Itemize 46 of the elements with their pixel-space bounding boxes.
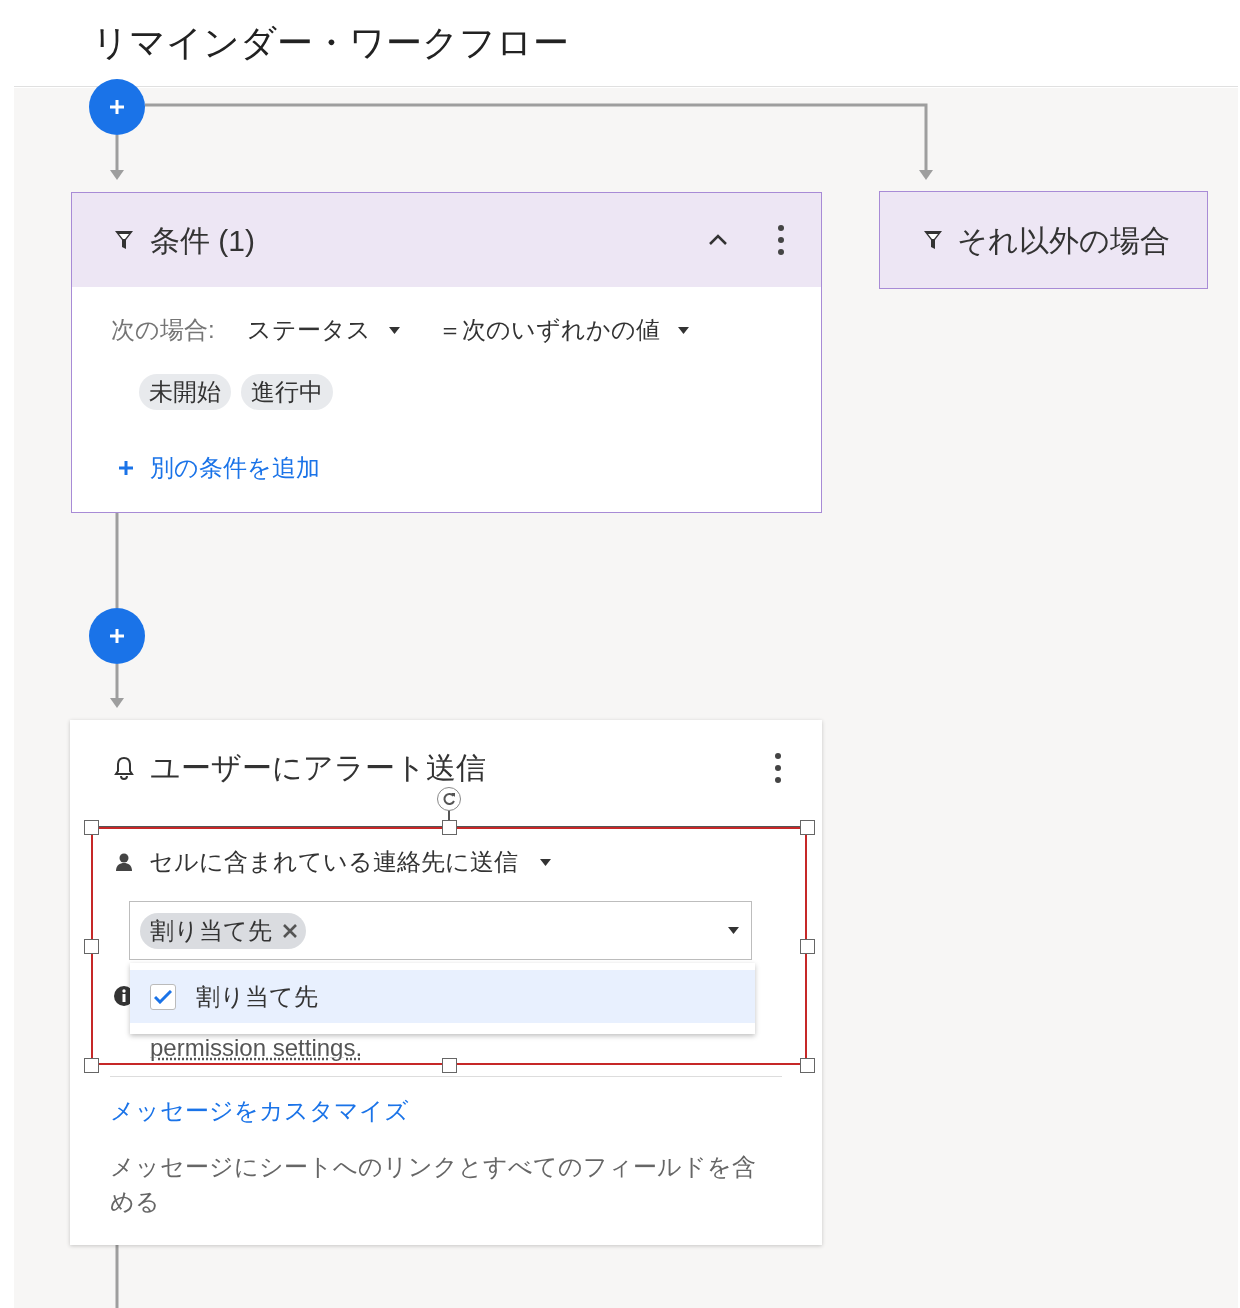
add-condition-link[interactable]: 別の条件を追加 [119, 448, 821, 488]
status-chip: 未開始 [139, 374, 231, 410]
caret-icon [540, 858, 551, 866]
resize-handle[interactable] [442, 820, 457, 835]
customize-message-link[interactable]: メッセージをカスタマイズ [110, 1093, 822, 1129]
recipient-dropdown[interactable]: セルに含まれている連絡先に送信 [149, 844, 551, 880]
check-icon [154, 989, 172, 1004]
field-dropdown[interactable]: ステータス [246, 312, 400, 348]
resize-handle[interactable] [442, 1058, 457, 1073]
plus-icon [119, 461, 133, 475]
filter-icon [114, 229, 134, 251]
operator-dropdown[interactable]: ＝次のいずれかの値 [437, 312, 689, 348]
plus-icon [109, 628, 125, 644]
card-title: 条件 (1) [150, 222, 255, 259]
resize-handle[interactable] [84, 1058, 99, 1073]
remove-icon[interactable] [282, 922, 298, 939]
caret-icon [677, 326, 689, 334]
status-chip: 進行中 [241, 374, 333, 410]
message-description: メッセージにシートへのリンクとすべてのフィールドを含める [110, 1152, 757, 1217]
connector-arrow [110, 135, 124, 180]
filter-icon [923, 229, 943, 251]
rotate-handle[interactable] [437, 787, 461, 811]
add-step-button[interactable] [89, 79, 145, 135]
resize-handle[interactable] [800, 820, 815, 835]
add-step-button[interactable] [89, 608, 145, 664]
contact-field[interactable]: 割り当て先 [129, 901, 752, 960]
resize-handle[interactable] [84, 820, 99, 835]
condition-label: 次の場合: [111, 315, 215, 345]
permission-note: permission settings. [150, 1034, 363, 1062]
dropdown-option[interactable]: 割り当て先 [130, 970, 755, 1023]
resize-handle[interactable] [84, 939, 99, 954]
caret-icon [388, 326, 400, 334]
resize-handle[interactable] [800, 1058, 815, 1073]
rotate-icon [442, 792, 456, 806]
bell-icon [114, 756, 134, 780]
card-title: ユーザーにアラート送信 [150, 751, 486, 785]
page-title: リマインダー・ワークフロー [92, 21, 569, 65]
card-title: それ以外の場合 [957, 222, 1170, 259]
checkbox[interactable] [150, 983, 176, 1010]
connector-line [115, 1245, 119, 1308]
plus-icon [109, 99, 125, 115]
person-icon [115, 853, 133, 871]
contact-chip: 割り当て先 [140, 912, 306, 949]
caret-icon [728, 927, 739, 934]
resize-handle[interactable] [800, 939, 815, 954]
connector-arrow [110, 664, 124, 708]
